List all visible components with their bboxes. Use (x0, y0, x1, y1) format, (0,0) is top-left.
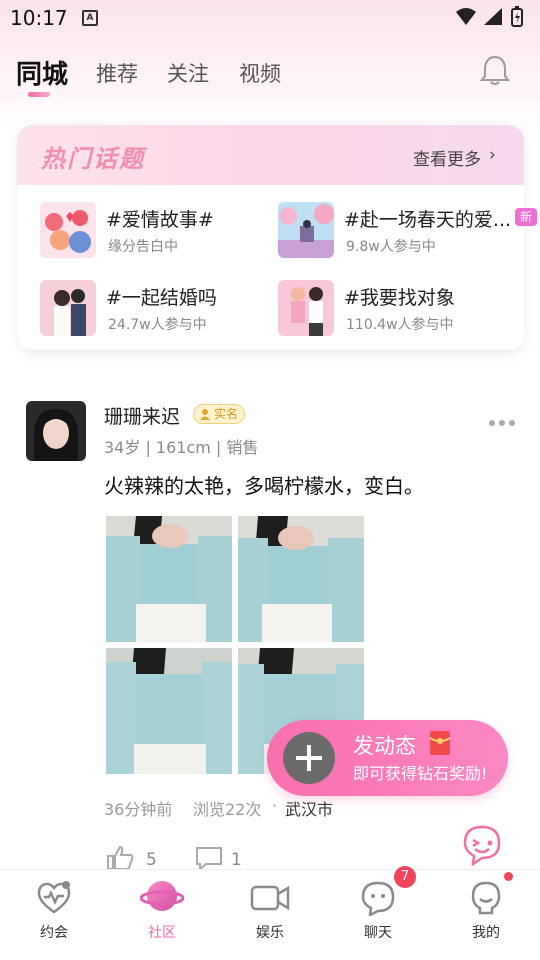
post-photo[interactable] (106, 648, 232, 774)
hot-topics-header: 热门话题 查看更多 › (17, 125, 524, 185)
post-time: 36分钟前 (104, 800, 173, 819)
cta-title: 发动态 (353, 734, 416, 758)
nav-label: 约会 (40, 925, 68, 941)
status-time: 10:17 (10, 6, 68, 30)
chat-face-icon (360, 880, 396, 918)
topic-name: #爱情故事# (106, 209, 214, 231)
plus-icon (283, 732, 335, 784)
topic-item[interactable]: #我要找对象 110.4w人参与中 (278, 280, 518, 338)
nav-item-我的[interactable]: 我的 (432, 870, 540, 960)
see-more-link[interactable]: 查看更多 (413, 145, 481, 170)
post-views: 浏览22次 (193, 800, 262, 819)
bell-icon[interactable] (480, 54, 510, 90)
bottom-nav: 约会 社区 娱乐 7 聊天 我的 (0, 866, 540, 960)
nav-item-约会[interactable]: 约会 (0, 870, 108, 960)
user-name[interactable]: 珊珊来迟 (104, 402, 180, 429)
nav-label: 我的 (472, 925, 500, 941)
like-count: 5 (146, 850, 157, 870)
topic-thumbnail (278, 280, 334, 336)
notification-a-icon: A (82, 10, 98, 26)
post-city: 武汉市 (285, 800, 334, 819)
topic-item[interactable]: #爱情故事# 缘分告白中 (40, 202, 280, 260)
topic-name: #一起结婚吗 (106, 287, 217, 309)
more-options-icon[interactable] (488, 412, 516, 431)
unread-badge: 7 (394, 866, 416, 888)
topic-subtitle: 110.4w人参与中 (346, 317, 454, 333)
active-tab-indicator (28, 92, 50, 97)
video-camera-icon (250, 880, 290, 916)
battery-icon (511, 6, 523, 27)
nav-label: 娱乐 (256, 925, 284, 941)
topic-subtitle: 9.8w人参与中 (346, 239, 436, 255)
topic-item[interactable]: #一起结婚吗 24.7w人参与中 (40, 280, 280, 338)
wifi-icon (456, 8, 476, 25)
avatar[interactable] (26, 401, 86, 461)
comment-count: 1 (231, 850, 242, 870)
topic-thumbnail (40, 280, 96, 336)
topic-thumbnail (278, 202, 334, 258)
nav-item-聊天[interactable]: 7 聊天 (324, 866, 432, 960)
status-icons (454, 6, 530, 32)
profile-icon (468, 880, 504, 916)
post-photo[interactable] (238, 516, 364, 642)
topic-subtitle: 缘分告白中 (108, 239, 178, 255)
planet-icon (139, 876, 185, 916)
tab-同城[interactable]: 同城 (16, 54, 68, 91)
user-icon (200, 409, 210, 420)
post-status-button[interactable]: 发动态 即可获得钻石奖励! (267, 720, 508, 796)
user-meta: 34岁 | 161cm | 销售 (104, 438, 259, 457)
cta-subtitle: 即可获得钻石奖励! (353, 764, 488, 783)
post-text: 火辣辣的太艳，多喝柠檬水，变白。 (104, 474, 424, 498)
nav-label: 聊天 (364, 925, 392, 941)
topic-name: #赴一场春天的爱... (344, 209, 512, 231)
topic-subtitle: 24.7w人参与中 (108, 317, 207, 333)
red-packet-icon (429, 730, 451, 760)
nav-item-娱乐[interactable]: 娱乐 (216, 870, 324, 960)
meta-separator: · (272, 796, 278, 815)
nav-item-社区[interactable]: 社区 (108, 870, 216, 960)
verified-label: 实名 (214, 407, 239, 421)
status-bar: 10:17 A (0, 0, 540, 36)
signal-icon (484, 8, 502, 25)
wink-face-icon[interactable] (461, 824, 503, 870)
hot-topics-title: 热门话题 (41, 145, 145, 173)
tab-推荐[interactable]: 推荐 (96, 58, 138, 88)
notification-dot (504, 872, 513, 881)
post-photo[interactable] (106, 516, 232, 642)
tab-视频[interactable]: 视频 (239, 58, 281, 88)
new-badge: 新 (515, 208, 537, 226)
topic-name: #我要找对象 (344, 287, 455, 309)
chevron-right-icon[interactable]: › (489, 145, 496, 165)
verified-badge: 实名 (193, 404, 246, 424)
hot-topics-card: 热门话题 查看更多 › #爱情故事# 缘分告白中 #赴一场春天的爱... 9.8… (17, 125, 524, 350)
topic-item[interactable]: #赴一场春天的爱... 9.8w人参与中 (278, 202, 518, 260)
tab-关注[interactable]: 关注 (167, 58, 209, 88)
topic-thumbnail (40, 202, 96, 258)
heartbeat-icon (36, 880, 72, 916)
nav-label: 社区 (148, 925, 176, 941)
